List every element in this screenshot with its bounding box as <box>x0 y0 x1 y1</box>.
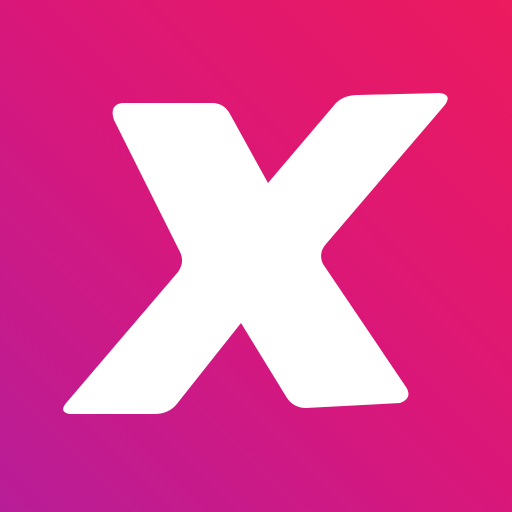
app-icon <box>0 0 512 512</box>
x-logo-icon <box>0 0 512 512</box>
